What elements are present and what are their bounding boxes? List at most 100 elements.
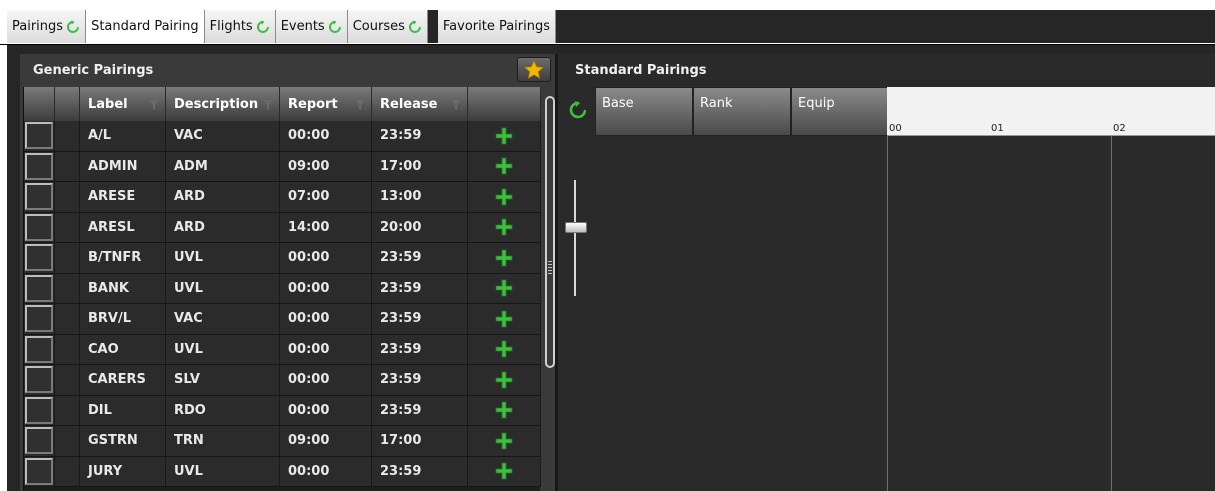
table-row[interactable]: ARESL ARD 14:00 20:00 xyxy=(24,212,541,243)
column-header-rank[interactable]: Rank xyxy=(693,87,791,136)
row-select-box[interactable] xyxy=(25,244,53,272)
refresh-icon[interactable] xyxy=(568,100,588,120)
scrollbar-grip[interactable] xyxy=(548,261,552,275)
table-row[interactable]: CAO UVL 00:00 23:59 xyxy=(24,334,541,365)
row-select-cell[interactable] xyxy=(24,426,55,456)
tab-flights[interactable]: Flights xyxy=(204,10,276,43)
refresh-icon[interactable] xyxy=(408,20,422,34)
add-pairing-cell[interactable] xyxy=(468,365,541,395)
row-indicator-cell xyxy=(55,426,80,456)
row-indicator-cell xyxy=(55,395,80,425)
row-select-cell[interactable] xyxy=(24,304,55,334)
add-pairing-cell[interactable] xyxy=(468,151,541,181)
table-row[interactable]: ARESE ARD 07:00 13:00 xyxy=(24,182,541,213)
plus-icon[interactable] xyxy=(495,401,513,419)
row-select-cell[interactable] xyxy=(24,121,55,151)
plus-icon[interactable] xyxy=(495,127,513,145)
filter-icon[interactable] xyxy=(451,100,461,110)
plus-icon[interactable] xyxy=(495,188,513,206)
table-row[interactable]: B/TNFR UVL 00:00 23:59 xyxy=(24,243,541,274)
row-indicator-cell xyxy=(55,273,80,303)
add-column-header xyxy=(468,87,541,121)
refresh-icon[interactable] xyxy=(328,20,342,34)
column-header-description[interactable]: Description xyxy=(166,87,280,121)
add-pairing-cell[interactable] xyxy=(468,456,541,486)
plus-icon[interactable] xyxy=(495,157,513,175)
table-row[interactable]: GSTRN TRN 09:00 17:00 xyxy=(24,426,541,457)
row-select-cell[interactable] xyxy=(24,456,55,486)
add-pairing-cell[interactable] xyxy=(468,182,541,212)
tab-events[interactable]: Events xyxy=(275,10,348,43)
add-pairing-cell[interactable] xyxy=(468,395,541,425)
column-header-label[interactable]: Label xyxy=(80,87,166,121)
filter-icon[interactable] xyxy=(355,100,365,110)
plus-icon[interactable] xyxy=(495,340,513,358)
row-select-box[interactable] xyxy=(25,183,53,211)
add-pairing-cell[interactable] xyxy=(468,273,541,303)
tab-courses[interactable]: Courses xyxy=(347,10,428,43)
row-select-box[interactable] xyxy=(25,366,53,394)
add-pairing-cell[interactable] xyxy=(468,212,541,242)
plus-icon[interactable] xyxy=(495,310,513,328)
timeline-tick: 01 xyxy=(991,123,1004,134)
row-select-box[interactable] xyxy=(25,305,53,333)
add-pairing-cell[interactable] xyxy=(468,426,541,456)
column-header-equip[interactable]: Equip xyxy=(791,87,889,136)
row-select-cell[interactable] xyxy=(24,151,55,181)
tab-favorite-pairings[interactable]: Favorite Pairings xyxy=(437,10,557,43)
row-select-box[interactable] xyxy=(25,335,53,363)
row-indicator-cell xyxy=(55,182,80,212)
row-select-cell[interactable] xyxy=(24,182,55,212)
row-select-cell[interactable] xyxy=(24,243,55,273)
row-select-cell[interactable] xyxy=(24,365,55,395)
refresh-icon[interactable] xyxy=(66,20,80,34)
plus-icon[interactable] xyxy=(495,462,513,480)
timeline-ruler: 00 01 02 xyxy=(887,87,1215,136)
table-row[interactable]: CARERS SLV 00:00 23:59 xyxy=(24,365,541,396)
row-select-box[interactable] xyxy=(25,213,53,241)
add-pairing-cell[interactable] xyxy=(468,121,541,151)
zoom-slider-knob[interactable] xyxy=(565,222,587,233)
row-select-cell[interactable] xyxy=(24,395,55,425)
column-header-report[interactable]: Report xyxy=(280,87,372,121)
column-header-base[interactable]: Base xyxy=(595,87,693,136)
grid-scrollbar[interactable] xyxy=(545,96,555,368)
row-select-box[interactable] xyxy=(25,427,53,455)
add-favorite-button[interactable] xyxy=(517,57,551,82)
table-row[interactable]: BANK UVL 00:00 23:59 xyxy=(24,273,541,304)
plus-icon[interactable] xyxy=(495,371,513,389)
plus-icon[interactable] xyxy=(495,279,513,297)
row-select-cell[interactable] xyxy=(24,212,55,242)
row-select-box[interactable] xyxy=(25,396,53,424)
tab-label: Standard Pairing xyxy=(91,19,199,34)
plus-icon[interactable] xyxy=(495,249,513,267)
row-select-cell[interactable] xyxy=(24,334,55,364)
row-select-box[interactable] xyxy=(25,152,53,180)
row-select-box[interactable] xyxy=(25,274,53,302)
plus-icon[interactable] xyxy=(495,218,513,236)
report-cell: 00:00 xyxy=(280,121,372,151)
column-header-release[interactable]: Release xyxy=(372,87,468,121)
row-select-box[interactable] xyxy=(25,122,53,150)
table-row[interactable]: ADMIN ADM 09:00 17:00 xyxy=(24,151,541,182)
row-select-box[interactable] xyxy=(25,457,53,485)
plus-icon[interactable] xyxy=(495,432,513,450)
zoom-slider[interactable] xyxy=(565,180,587,296)
row-select-cell[interactable] xyxy=(24,273,55,303)
table-row[interactable]: DIL RDO 00:00 23:59 xyxy=(24,395,541,426)
table-row[interactable]: BRV/L VAC 00:00 23:59 xyxy=(24,304,541,335)
refresh-icon[interactable] xyxy=(256,20,270,34)
tab-standard-pairing[interactable]: Standard Pairing xyxy=(86,10,205,43)
add-pairing-cell[interactable] xyxy=(468,334,541,364)
add-pairing-cell[interactable] xyxy=(468,243,541,273)
description-cell: UVL xyxy=(166,273,280,303)
add-pairing-cell[interactable] xyxy=(468,304,541,334)
tab-pairings[interactable]: Pairings xyxy=(7,10,87,43)
filter-icon[interactable] xyxy=(149,100,159,110)
label-cell: BRV/L xyxy=(80,304,166,334)
description-cell: VAC xyxy=(166,304,280,334)
row-indicator-cell xyxy=(55,121,80,151)
table-row[interactable]: JURY UVL 00:00 23:59 xyxy=(24,456,541,487)
table-row[interactable]: A/L VAC 00:00 23:59 xyxy=(24,121,541,152)
filter-icon[interactable] xyxy=(263,100,273,110)
